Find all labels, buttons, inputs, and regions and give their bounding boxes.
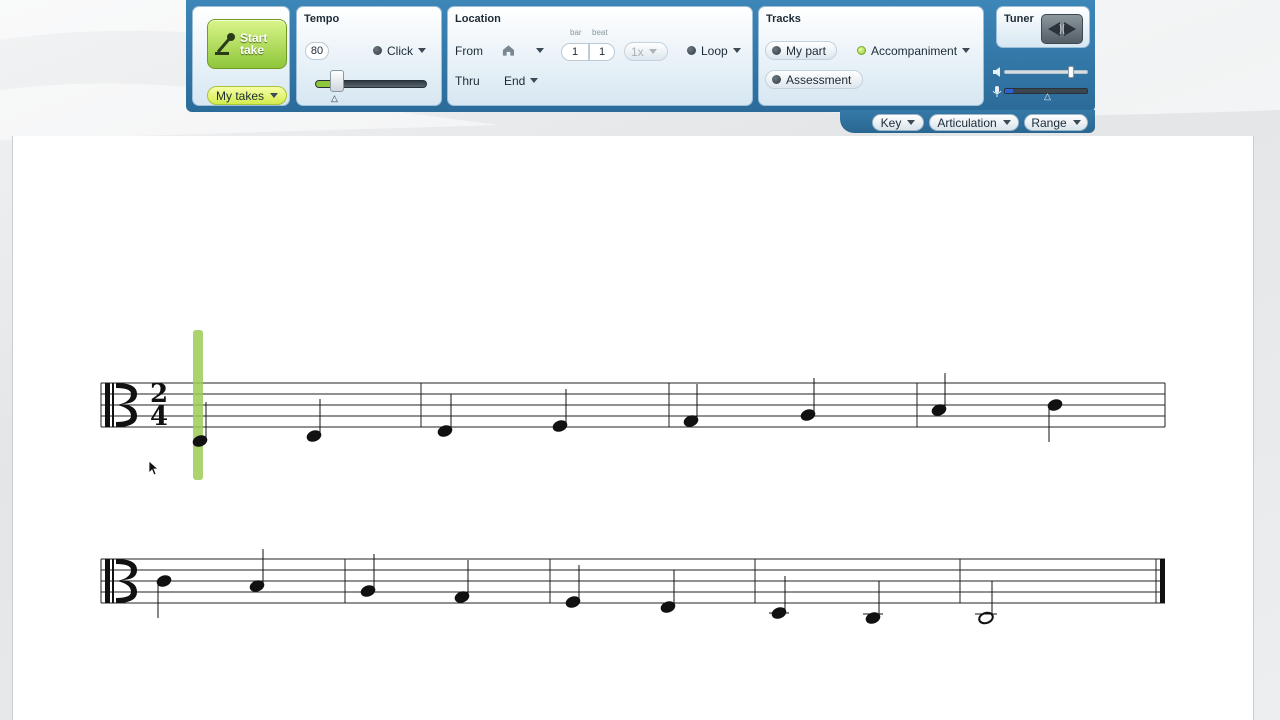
- note[interactable]: [565, 565, 582, 609]
- my-takes-button[interactable]: My takes: [207, 86, 287, 105]
- beat-header: beat: [592, 28, 608, 37]
- articulation-menu[interactable]: Articulation: [929, 114, 1019, 131]
- accompaniment-status-icon: [857, 46, 866, 55]
- loop-toggle[interactable]: Loop: [681, 41, 747, 60]
- chevron-down-icon: [1002, 120, 1011, 125]
- note[interactable]: [931, 373, 948, 417]
- thru-select[interactable]: End: [498, 71, 550, 90]
- start-take-button[interactable]: Start take: [207, 19, 287, 69]
- range-menu[interactable]: Range: [1024, 114, 1088, 131]
- my-part-toggle[interactable]: My part: [765, 41, 837, 60]
- accompaniment-toggle[interactable]: Accompaniment: [851, 41, 977, 60]
- home-icon: [502, 45, 514, 56]
- toolbar: Start take My takes Tempo 80 Click △ Loc…: [186, 0, 1095, 112]
- tempo-default-marker-icon: △: [331, 93, 338, 103]
- from-home-button[interactable]: [496, 41, 550, 60]
- bar-input[interactable]: 1: [561, 43, 589, 61]
- score-notation: 2 4: [100, 330, 1166, 625]
- tempo-slider-thumb[interactable]: [330, 70, 345, 92]
- chevron-down-icon: [732, 48, 741, 53]
- bar-header: bar: [570, 28, 582, 37]
- accompaniment-label: Accompaniment: [871, 43, 958, 58]
- note[interactable]: [1047, 398, 1064, 442]
- assessment-toggle[interactable]: Assessment: [765, 70, 863, 89]
- chevron-down-icon: [907, 120, 916, 125]
- note[interactable]: [800, 378, 817, 422]
- note[interactable]: [683, 384, 700, 428]
- tracks-panel: Tracks My part Accompaniment Assessment: [758, 6, 984, 106]
- note[interactable]: [769, 576, 789, 620]
- final-barline: [1160, 559, 1165, 603]
- chevron-down-icon: [1072, 120, 1081, 125]
- loop-status-icon: [687, 46, 696, 55]
- my-part-status-icon: [772, 46, 781, 55]
- tuner-title: Tuner: [1004, 13, 1034, 25]
- tuner-icon: [1048, 22, 1076, 36]
- range-label: Range: [1031, 115, 1067, 130]
- speed-select[interactable]: 1x: [624, 42, 668, 61]
- mic-level-fill: [1005, 89, 1014, 93]
- note[interactable]: [552, 389, 569, 433]
- thru-value: End: [504, 73, 526, 88]
- note[interactable]: [454, 560, 471, 604]
- loop-label: Loop: [701, 43, 728, 58]
- tuner-button[interactable]: [1041, 14, 1083, 44]
- tempo-input[interactable]: 80: [305, 42, 329, 60]
- my-takes-label: My takes: [215, 88, 264, 103]
- assessment-status-icon: [772, 75, 781, 84]
- staff-system-1: [101, 382, 1165, 428]
- click-toggle[interactable]: Click: [367, 41, 435, 60]
- location-panel: Location From bar beat 1 1 1x Loop Thru …: [447, 6, 753, 106]
- articulation-label: Articulation: [937, 115, 997, 130]
- tempo-panel: Tempo 80 Click △: [296, 6, 442, 106]
- chevron-down-icon: [418, 48, 426, 53]
- thru-label: Thru: [455, 74, 480, 88]
- mic-level-icon: [992, 86, 1002, 97]
- note[interactable]: [306, 399, 323, 443]
- chevron-down-icon: [536, 48, 544, 53]
- speaker-icon: [993, 67, 1000, 77]
- note[interactable]: [249, 549, 266, 593]
- start-take-label: Start take: [240, 31, 268, 57]
- mouse-pointer-icon: [148, 460, 160, 476]
- click-label: Click: [387, 43, 413, 58]
- assessment-label: Assessment: [786, 72, 852, 87]
- chevron-down-icon: [530, 78, 539, 83]
- note[interactable]: [156, 574, 173, 618]
- note[interactable]: [360, 554, 377, 598]
- mic-threshold-marker-icon[interactable]: △: [1044, 91, 1051, 102]
- tempo-title: Tempo: [304, 13, 340, 25]
- my-part-label: My part: [786, 43, 827, 58]
- chevron-down-icon: [270, 93, 278, 98]
- key-menu[interactable]: Key: [872, 114, 924, 131]
- volume-slider[interactable]: [1004, 70, 1088, 74]
- key-label: Key: [880, 115, 902, 130]
- volume-slider-thumb[interactable]: [1068, 66, 1075, 78]
- chevron-down-icon: [962, 48, 971, 53]
- time-signature-bottom: 4: [150, 402, 168, 432]
- microphone-icon: [215, 33, 235, 55]
- playhead-cursor[interactable]: [193, 330, 203, 480]
- take-panel: Start take My takes: [192, 6, 290, 106]
- speed-label: 1x: [631, 44, 644, 59]
- system-2-notes: [156, 549, 997, 625]
- tuner-panel: Tuner: [996, 6, 1090, 48]
- beat-input[interactable]: 1: [589, 43, 615, 61]
- tracks-title: Tracks: [766, 13, 801, 25]
- system-1-notes: [192, 373, 1064, 447]
- click-status-icon: [373, 46, 382, 55]
- location-title: Location: [455, 13, 501, 25]
- score-page: 2 4: [12, 136, 1254, 720]
- from-label: From: [455, 44, 483, 58]
- chevron-down-icon: [648, 49, 657, 54]
